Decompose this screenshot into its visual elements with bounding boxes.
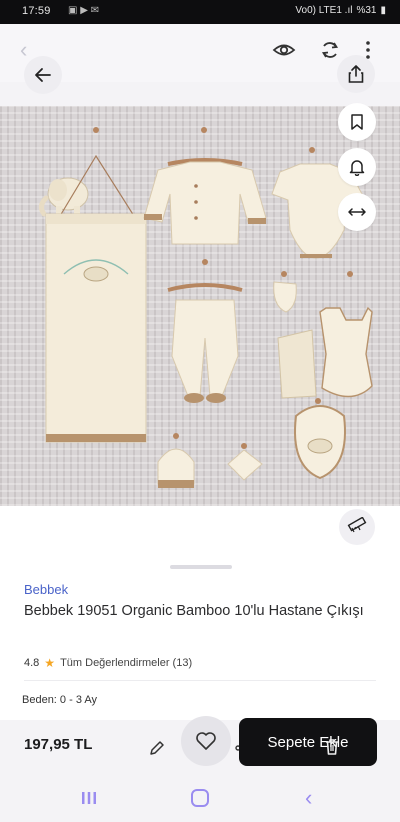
bookmark-icon	[351, 114, 363, 130]
bib	[294, 405, 346, 480]
edit-icon[interactable]	[147, 738, 167, 758]
status-bar: 17:59 ▣ ▶ ✉ Vo0) LTE1 .ıl %31 ▮	[0, 0, 400, 24]
share-button[interactable]	[337, 55, 375, 93]
alert-button[interactable]	[338, 148, 376, 186]
heart-icon	[196, 732, 216, 750]
action-bar: 197,95 TL Sepete Ekle	[0, 716, 400, 770]
long-sleeve-top	[143, 158, 267, 245]
trash-icon[interactable]	[321, 736, 343, 758]
hat	[157, 448, 195, 488]
back-arrow-icon	[35, 68, 51, 82]
eye-icon[interactable]	[272, 40, 296, 60]
product-title: Bebbek 19051 Organic Bamboo 10'lu Hastan…	[24, 603, 364, 619]
compare-icon	[348, 208, 366, 216]
favorite-button[interactable]	[181, 716, 231, 766]
mittens	[273, 281, 297, 313]
status-right: Vo0) LTE1 .ıl %31 ▮	[295, 5, 386, 16]
share-icon	[348, 65, 364, 83]
rotate-icon[interactable]	[318, 38, 342, 62]
battery-text: %31	[356, 5, 377, 16]
ruler-icon	[347, 517, 367, 533]
bookmark-button[interactable]	[338, 103, 376, 141]
system-nav-bar: ‹	[0, 770, 400, 822]
sleeveless-bodysuit	[319, 306, 373, 398]
star-icon: ★	[44, 656, 56, 670]
notification-icons: ▣ ▶ ✉	[68, 5, 100, 16]
size-label[interactable]: Beden: 0 - 3 Ay	[22, 694, 97, 706]
brand-link[interactable]: Bebbek	[24, 582, 68, 597]
status-time: 17:59	[22, 5, 51, 17]
pants	[167, 283, 243, 403]
carousel-indicator	[170, 565, 232, 569]
size-chart-button[interactable]	[339, 509, 375, 545]
product-info: Bebbek Bebbek 19051 Organic Bamboo 10'lu…	[0, 570, 400, 720]
divider	[24, 680, 376, 681]
rating-value: 4.8	[24, 657, 40, 669]
cloth	[227, 449, 263, 481]
home-icon[interactable]	[191, 789, 209, 807]
back-button[interactable]	[24, 56, 62, 94]
compare-button[interactable]	[338, 193, 376, 231]
image-footer	[0, 506, 400, 570]
price: 197,95 TL	[24, 736, 93, 753]
nav-back-icon[interactable]: ‹	[305, 785, 312, 811]
recent-apps-icon[interactable]	[80, 790, 98, 806]
wrap-top	[277, 329, 317, 399]
signal-text: Vo0) LTE1 .ıl	[295, 5, 353, 16]
rating-row[interactable]: 4.8 ★ Tüm Değerlendirmeler (13)	[24, 656, 192, 670]
bell-icon	[349, 160, 365, 176]
battery-icon: ▮	[380, 5, 386, 16]
add-to-cart-button[interactable]: Sepete Ekle	[239, 718, 377, 766]
reviews-link[interactable]: Tüm Değerlendirmeler (13)	[60, 657, 192, 669]
